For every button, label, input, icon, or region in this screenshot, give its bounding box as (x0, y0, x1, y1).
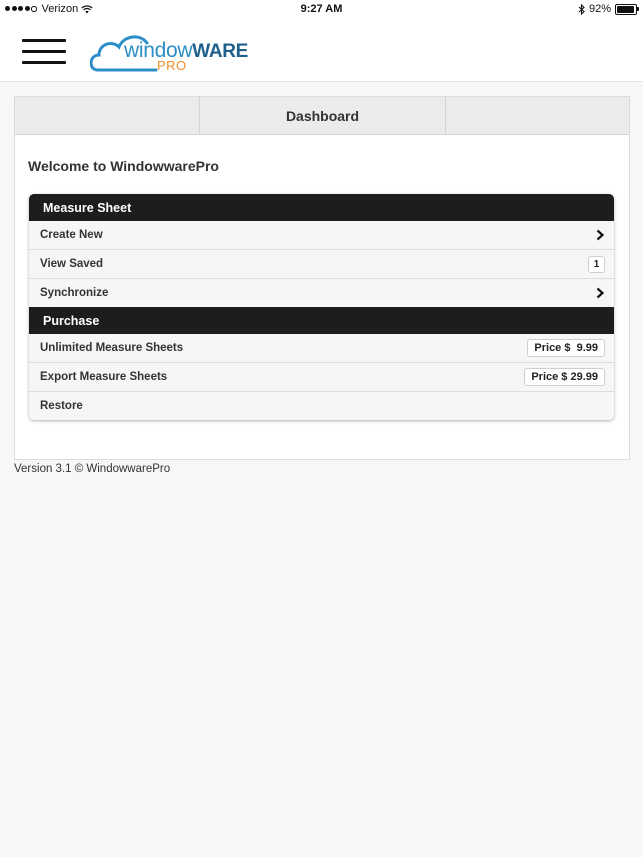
battery-percent: 92% (588, 3, 611, 15)
status-time: 9:27 AM (300, 3, 343, 15)
unlimited-price-badge[interactable]: Price $ 9.99 (527, 339, 605, 357)
unlimited-measure-sheets-item[interactable]: Unlimited Measure Sheets Price $ 9.99 (29, 334, 614, 362)
restore-item[interactable]: Restore (29, 391, 614, 420)
saved-count-badge: 1 (588, 256, 605, 273)
menu-icon[interactable] (22, 39, 66, 65)
export-label: Export Measure Sheets (40, 371, 168, 383)
purchase-header: Purchase (29, 307, 614, 334)
version-footer: Version 3.1 © WindowwarePro (14, 463, 171, 475)
chevron-right-icon (596, 229, 605, 241)
battery-fill (617, 5, 634, 13)
chevron-right-icon (596, 287, 605, 299)
logo-pro: PRO (157, 58, 187, 73)
create-new-label: Create New (40, 229, 103, 241)
view-saved-label: View Saved (40, 258, 104, 270)
tab-dashboard[interactable]: Dashboard (199, 97, 446, 134)
battery-icon (615, 3, 639, 15)
dashboard-panel: Dashboard Welcome to WindowwarePro Measu… (14, 96, 630, 460)
bluetooth-icon (578, 3, 585, 15)
synchronize-item[interactable]: Synchronize (29, 278, 614, 307)
welcome-heading: Welcome to WindowwarePro (28, 158, 219, 174)
export-price-badge[interactable]: Price $ 29.99 (524, 368, 605, 386)
view-saved-item[interactable]: View Saved 1 (29, 249, 614, 278)
tab-bar: Dashboard (15, 97, 629, 135)
export-measure-sheets-item[interactable]: Export Measure Sheets Price $ 29.99 (29, 362, 614, 391)
unlimited-label: Unlimited Measure Sheets (40, 342, 184, 354)
app-header: windowWARE PRO (0, 18, 643, 82)
windowware-logo: windowWARE PRO (90, 30, 248, 76)
menu-list: Measure Sheet Create New View Saved 1 Sy… (29, 194, 614, 420)
restore-label: Restore (40, 400, 83, 412)
measure-sheet-header: Measure Sheet (29, 194, 614, 221)
status-right: 92% (578, 3, 639, 15)
create-new-item[interactable]: Create New (29, 221, 614, 249)
synchronize-label: Synchronize (40, 287, 109, 299)
status-bar: Verizon 9:27 AM 92% (0, 0, 643, 18)
